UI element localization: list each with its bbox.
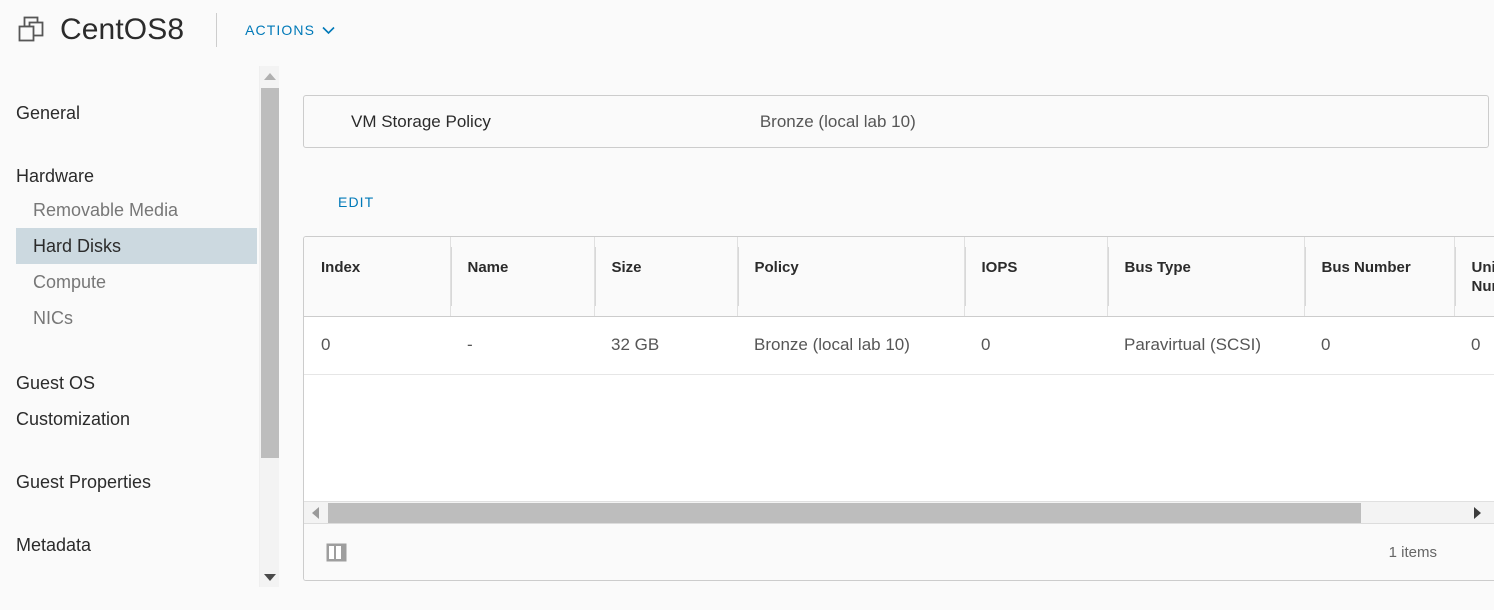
- column-header-iops[interactable]: IOPS: [963, 237, 1107, 317]
- column-header-policy[interactable]: Policy: [736, 237, 964, 317]
- column-picker-icon[interactable]: [326, 542, 347, 563]
- column-header-bus-number[interactable]: Bus Number: [1303, 237, 1454, 317]
- sidebar-label-hard-disks: Hard Disks: [16, 228, 257, 264]
- sidebar-label-removable-media: Removable Media: [33, 200, 179, 220]
- table-scrollbar-thumb[interactable]: [328, 503, 1361, 523]
- scroll-up-arrow-icon[interactable]: [260, 66, 280, 86]
- sidebar-label-general: General: [16, 103, 81, 123]
- cell-bus-type: Paravirtual (SCSI): [1107, 316, 1304, 375]
- sidebar-label-nics: NICs: [33, 308, 73, 328]
- sidebar-label-hardware: Hardware: [16, 166, 95, 186]
- vm-details-page: CentOS8 ACTIONS General Hardware Removab…: [0, 0, 1494, 610]
- scroll-right-arrow-icon[interactable]: [1466, 502, 1489, 524]
- column-header-iops-label: IOPS: [981, 259, 1018, 276]
- sidebar-label-metadata: Metadata: [16, 535, 92, 555]
- sidebar-item-removable-media[interactable]: Removable Media: [0, 192, 258, 228]
- main-content: VM Storage Policy Bronze (local lab 10) …: [303, 60, 1494, 610]
- column-header-size-label: Size: [611, 259, 642, 276]
- column-header-index-label: Index: [321, 259, 361, 276]
- sidebar-label-compute: Compute: [33, 272, 107, 292]
- vm-storage-policy-value: Bronze (local lab 10): [759, 111, 916, 131]
- actions-menu-button[interactable]: ACTIONS: [245, 22, 335, 38]
- column-header-name[interactable]: Name: [449, 237, 594, 317]
- cell-bus-number: 0: [1304, 316, 1454, 375]
- virtual-machine-icon: [15, 14, 47, 46]
- items-count-label: 1 items: [1388, 543, 1437, 561]
- sidebar-label-customization: Customization: [16, 409, 131, 429]
- column-header-policy-label: Policy: [754, 259, 799, 276]
- sidebar-label-guest-properties: Guest Properties: [16, 472, 152, 492]
- column-header-bus-type-label: Bus Type: [1124, 259, 1191, 276]
- scroll-down-arrow-icon[interactable]: [260, 567, 280, 587]
- table-header-row: Index Name Size Policy IOPS Bus Type Bus…: [304, 237, 1494, 317]
- sidebar-item-hard-disks[interactable]: Hard Disks: [0, 228, 258, 264]
- sidebar-item-customization[interactable]: Customization: [0, 406, 258, 432]
- vm-storage-policy-card: VM Storage Policy Bronze (local lab 10): [303, 95, 1489, 148]
- actions-menu-label: ACTIONS: [245, 22, 316, 38]
- sidebar-label-guest-os: Guest OS: [16, 373, 96, 393]
- sidebar-item-hardware[interactable]: Hardware: [0, 163, 258, 189]
- sidebar-item-guest-os[interactable]: Guest OS: [0, 370, 258, 396]
- sidebar: General Hardware Removable Media Hard Di…: [0, 60, 258, 610]
- column-header-size[interactable]: Size: [593, 237, 737, 317]
- sidebar-item-general[interactable]: General: [0, 100, 258, 126]
- sidebar-item-guest-properties[interactable]: Guest Properties: [0, 469, 258, 495]
- column-header-bus-type[interactable]: Bus Type: [1106, 237, 1304, 317]
- column-header-name-label: Name: [467, 259, 509, 276]
- table-horizontal-scrollbar[interactable]: [304, 501, 1494, 524]
- column-header-index[interactable]: Index: [304, 237, 450, 317]
- column-header-unit-number[interactable]: Unit Number: [1453, 237, 1494, 317]
- table-footer: 1 items: [304, 524, 1494, 580]
- cell-iops: 0: [964, 316, 1107, 375]
- table-row[interactable]: 0 - 32 GB Bronze (local lab 10) 0 Paravi…: [304, 316, 1494, 375]
- cell-size: 32 GB: [594, 316, 737, 375]
- cell-name: -: [450, 316, 594, 375]
- scroll-left-arrow-icon[interactable]: [304, 502, 327, 524]
- hard-disks-table: Index Name Size Policy IOPS Bus Type Bus…: [303, 236, 1494, 581]
- edit-button[interactable]: EDIT: [338, 194, 374, 210]
- sidebar-item-compute[interactable]: Compute: [0, 264, 258, 300]
- chevron-down-icon: [322, 22, 335, 38]
- cell-policy: Bronze (local lab 10): [737, 316, 964, 375]
- page-header: CentOS8 ACTIONS: [0, 0, 1494, 60]
- sidebar-item-metadata[interactable]: Metadata: [0, 532, 258, 558]
- sidebar-vertical-scrollbar[interactable]: [259, 66, 279, 587]
- sidebar-item-nics[interactable]: NICs: [0, 300, 258, 336]
- cell-unit-number: 0: [1454, 316, 1494, 375]
- column-header-bus-number-label: Bus Number: [1321, 259, 1411, 276]
- cell-index: 0: [304, 316, 450, 375]
- vm-storage-policy-label: VM Storage Policy: [351, 111, 491, 131]
- sidebar-scrollbar-thumb[interactable]: [261, 88, 279, 458]
- column-header-unit-number-label: Unit Number: [1471, 259, 1494, 295]
- header-divider: [216, 13, 218, 47]
- table-scroll-area: Index Name Size Policy IOPS Bus Type Bus…: [304, 237, 1494, 501]
- page-title: CentOS8: [60, 13, 185, 46]
